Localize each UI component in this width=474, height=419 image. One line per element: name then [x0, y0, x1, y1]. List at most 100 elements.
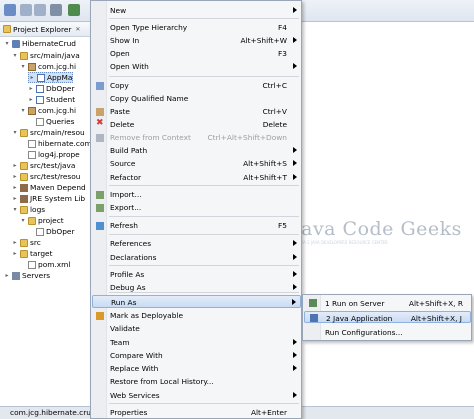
menu-item-label: Debug As: [110, 283, 146, 292]
refresh-icon: [96, 222, 104, 230]
print-icon[interactable]: [50, 4, 62, 16]
tree-item[interactable]: ▸ Student: [28, 94, 75, 105]
tree-item[interactable]: ▾ HibernateCrud: [4, 38, 76, 49]
menu-item-delete[interactable]: ✖ Delete Delete: [92, 118, 301, 131]
menu-item-replace-with[interactable]: Replace With: [92, 362, 301, 375]
xml-file-icon: [28, 260, 36, 269]
tree-item[interactable]: ▸ src: [12, 237, 40, 248]
run-icon[interactable]: [68, 4, 80, 16]
tree-item[interactable]: log4j.prope: [20, 149, 80, 160]
menu-item-new[interactable]: New: [92, 4, 301, 17]
tree-item-label: DbOper: [46, 227, 75, 236]
tree-item-label: Queries: [46, 117, 75, 126]
collapsed-toggle-icon[interactable]: ▸: [12, 173, 18, 180]
menu-item-run-as[interactable]: Run As: [92, 295, 301, 308]
collapsed-toggle-icon[interactable]: ▸: [12, 250, 18, 257]
menu-item-export[interactable]: Export...: [92, 201, 301, 214]
submenu-arrow-icon: [293, 63, 297, 69]
menu-item-copy[interactable]: Copy Ctrl+C: [92, 79, 301, 92]
menu-item-refresh[interactable]: Refresh F5: [92, 219, 301, 232]
menu-item-open[interactable]: Open F3: [92, 47, 301, 60]
submenu-arrow-icon: [293, 284, 297, 290]
tree-item[interactable]: pom.xml: [20, 259, 70, 270]
folder-icon: [20, 51, 28, 60]
menu-item-shortcut: F4: [278, 23, 287, 32]
expanded-toggle-icon[interactable]: ▾: [12, 206, 18, 213]
menu-item-validate[interactable]: Validate: [92, 322, 301, 335]
xml-file-icon: [28, 150, 36, 159]
menu-item-declarations[interactable]: Declarations: [92, 251, 301, 264]
xml-file-icon: [28, 139, 36, 148]
menu-item-label: Refresh: [110, 221, 138, 230]
menu-item-copy-qualified-name[interactable]: Copy Qualified Name: [92, 92, 301, 105]
expanded-toggle-icon[interactable]: ▾: [4, 40, 10, 47]
tree-item[interactable]: DbOper: [28, 226, 74, 237]
menu-item-label: Mark as Deployable: [110, 311, 184, 320]
tree-item[interactable]: ▾ com.jcg.hi: [20, 61, 76, 72]
collapsed-toggle-icon[interactable]: ▸: [29, 74, 35, 81]
menu-item-properties[interactable]: Properties Alt+Enter: [92, 406, 301, 419]
menu-item-label: Source: [110, 159, 136, 168]
tree-item[interactable]: Queries: [28, 116, 75, 127]
save-all-icon[interactable]: [34, 4, 46, 16]
project-explorer-header: Project Explorer ✕: [0, 22, 91, 37]
menu-item-show-in[interactable]: Show In Alt+Shift+W: [92, 34, 301, 47]
tree-item[interactable]: ▸ target: [12, 248, 52, 259]
tree-item[interactable]: ▸ src/test/java: [12, 160, 75, 171]
xml-file-icon: [36, 227, 44, 236]
tree-item[interactable]: ▾ logs: [12, 204, 45, 215]
expanded-toggle-icon[interactable]: ▾: [12, 52, 18, 59]
submenu-item-2-java-application[interactable]: 2 Java Application Alt+Shift+X, J: [304, 311, 471, 323]
collapsed-toggle-icon[interactable]: ▸: [12, 162, 18, 169]
new-icon[interactable]: [4, 4, 16, 16]
menu-item-references[interactable]: References: [92, 237, 301, 250]
tree-item[interactable]: ▸ AppMa: [28, 72, 74, 83]
expanded-toggle-icon[interactable]: ▾: [20, 63, 26, 70]
collapsed-toggle-icon[interactable]: ▸: [12, 239, 18, 246]
menu-item-restore-from-local-history[interactable]: Restore from Local History...: [92, 375, 301, 388]
tree-item[interactable]: ▸ JRE System Lib: [12, 193, 85, 204]
menu-item-label: Copy Qualified Name: [110, 94, 189, 103]
tree-item[interactable]: ▸ src/test/resou: [12, 171, 80, 182]
menu-item-compare-with[interactable]: Compare With: [92, 349, 301, 362]
expanded-toggle-icon[interactable]: ▾: [20, 107, 26, 114]
java-file-icon: [37, 73, 45, 82]
collapsed-toggle-icon[interactable]: ▸: [12, 184, 18, 191]
menu-item-import[interactable]: Import...: [92, 188, 301, 201]
tree-item[interactable]: ▸ DbOper: [28, 83, 74, 94]
menu-item-label: Replace With: [110, 364, 159, 373]
menu-item-source[interactable]: Source Alt+Shift+S: [92, 157, 301, 170]
tree-item[interactable]: ▸ Servers: [4, 270, 50, 281]
tree-item[interactable]: ▾ src/main/java: [12, 50, 79, 61]
menu-item-paste[interactable]: Paste Ctrl+V: [92, 105, 301, 118]
menu-item-label: Delete: [110, 120, 135, 129]
menu-item-open-with[interactable]: Open With: [92, 60, 301, 73]
collapsed-toggle-icon[interactable]: ▸: [12, 195, 18, 202]
submenu-item-run-configurations[interactable]: Run Configurations...: [304, 326, 471, 338]
collapsed-toggle-icon[interactable]: ▸: [28, 96, 34, 103]
collapsed-toggle-icon[interactable]: ▸: [4, 272, 10, 279]
tree-item[interactable]: ▾ project: [20, 215, 63, 226]
menu-item-mark-as-deployable[interactable]: Mark as Deployable: [92, 309, 301, 322]
menu-item-refactor[interactable]: Refactor Alt+Shift+T: [92, 171, 301, 184]
menu-item-profile-as[interactable]: Profile As: [92, 268, 301, 281]
menu-item-team[interactable]: Team: [92, 336, 301, 349]
folder-icon: [20, 161, 28, 170]
menu-item-web-services[interactable]: Web Services: [92, 389, 301, 402]
tree-item[interactable]: ▾ src/main/resou: [12, 127, 84, 138]
expanded-toggle-icon[interactable]: ▾: [12, 129, 18, 136]
save-icon[interactable]: [20, 4, 32, 16]
tree-item[interactable]: hibernate.com: [20, 138, 92, 149]
submenu-arrow-icon: [293, 271, 297, 277]
close-icon[interactable]: ✕: [75, 26, 80, 33]
menu-item-debug-as[interactable]: Debug As: [92, 281, 301, 294]
menu-item-label: Open With: [110, 62, 149, 71]
menu-item-open-type-hierarchy[interactable]: Open Type Hierarchy F4: [92, 21, 301, 34]
collapsed-toggle-icon[interactable]: ▸: [28, 85, 34, 92]
expanded-toggle-icon[interactable]: ▾: [20, 217, 26, 224]
tree-item-label: Servers: [22, 271, 51, 280]
tree-item[interactable]: ▸ Maven Depend: [12, 182, 85, 193]
menu-item-build-path[interactable]: Build Path: [92, 144, 301, 157]
submenu-item-1-run-on-server[interactable]: 1 Run on Server Alt+Shift+X, R: [304, 297, 471, 309]
tree-item[interactable]: ▾ com.jcg.hi: [20, 105, 76, 116]
